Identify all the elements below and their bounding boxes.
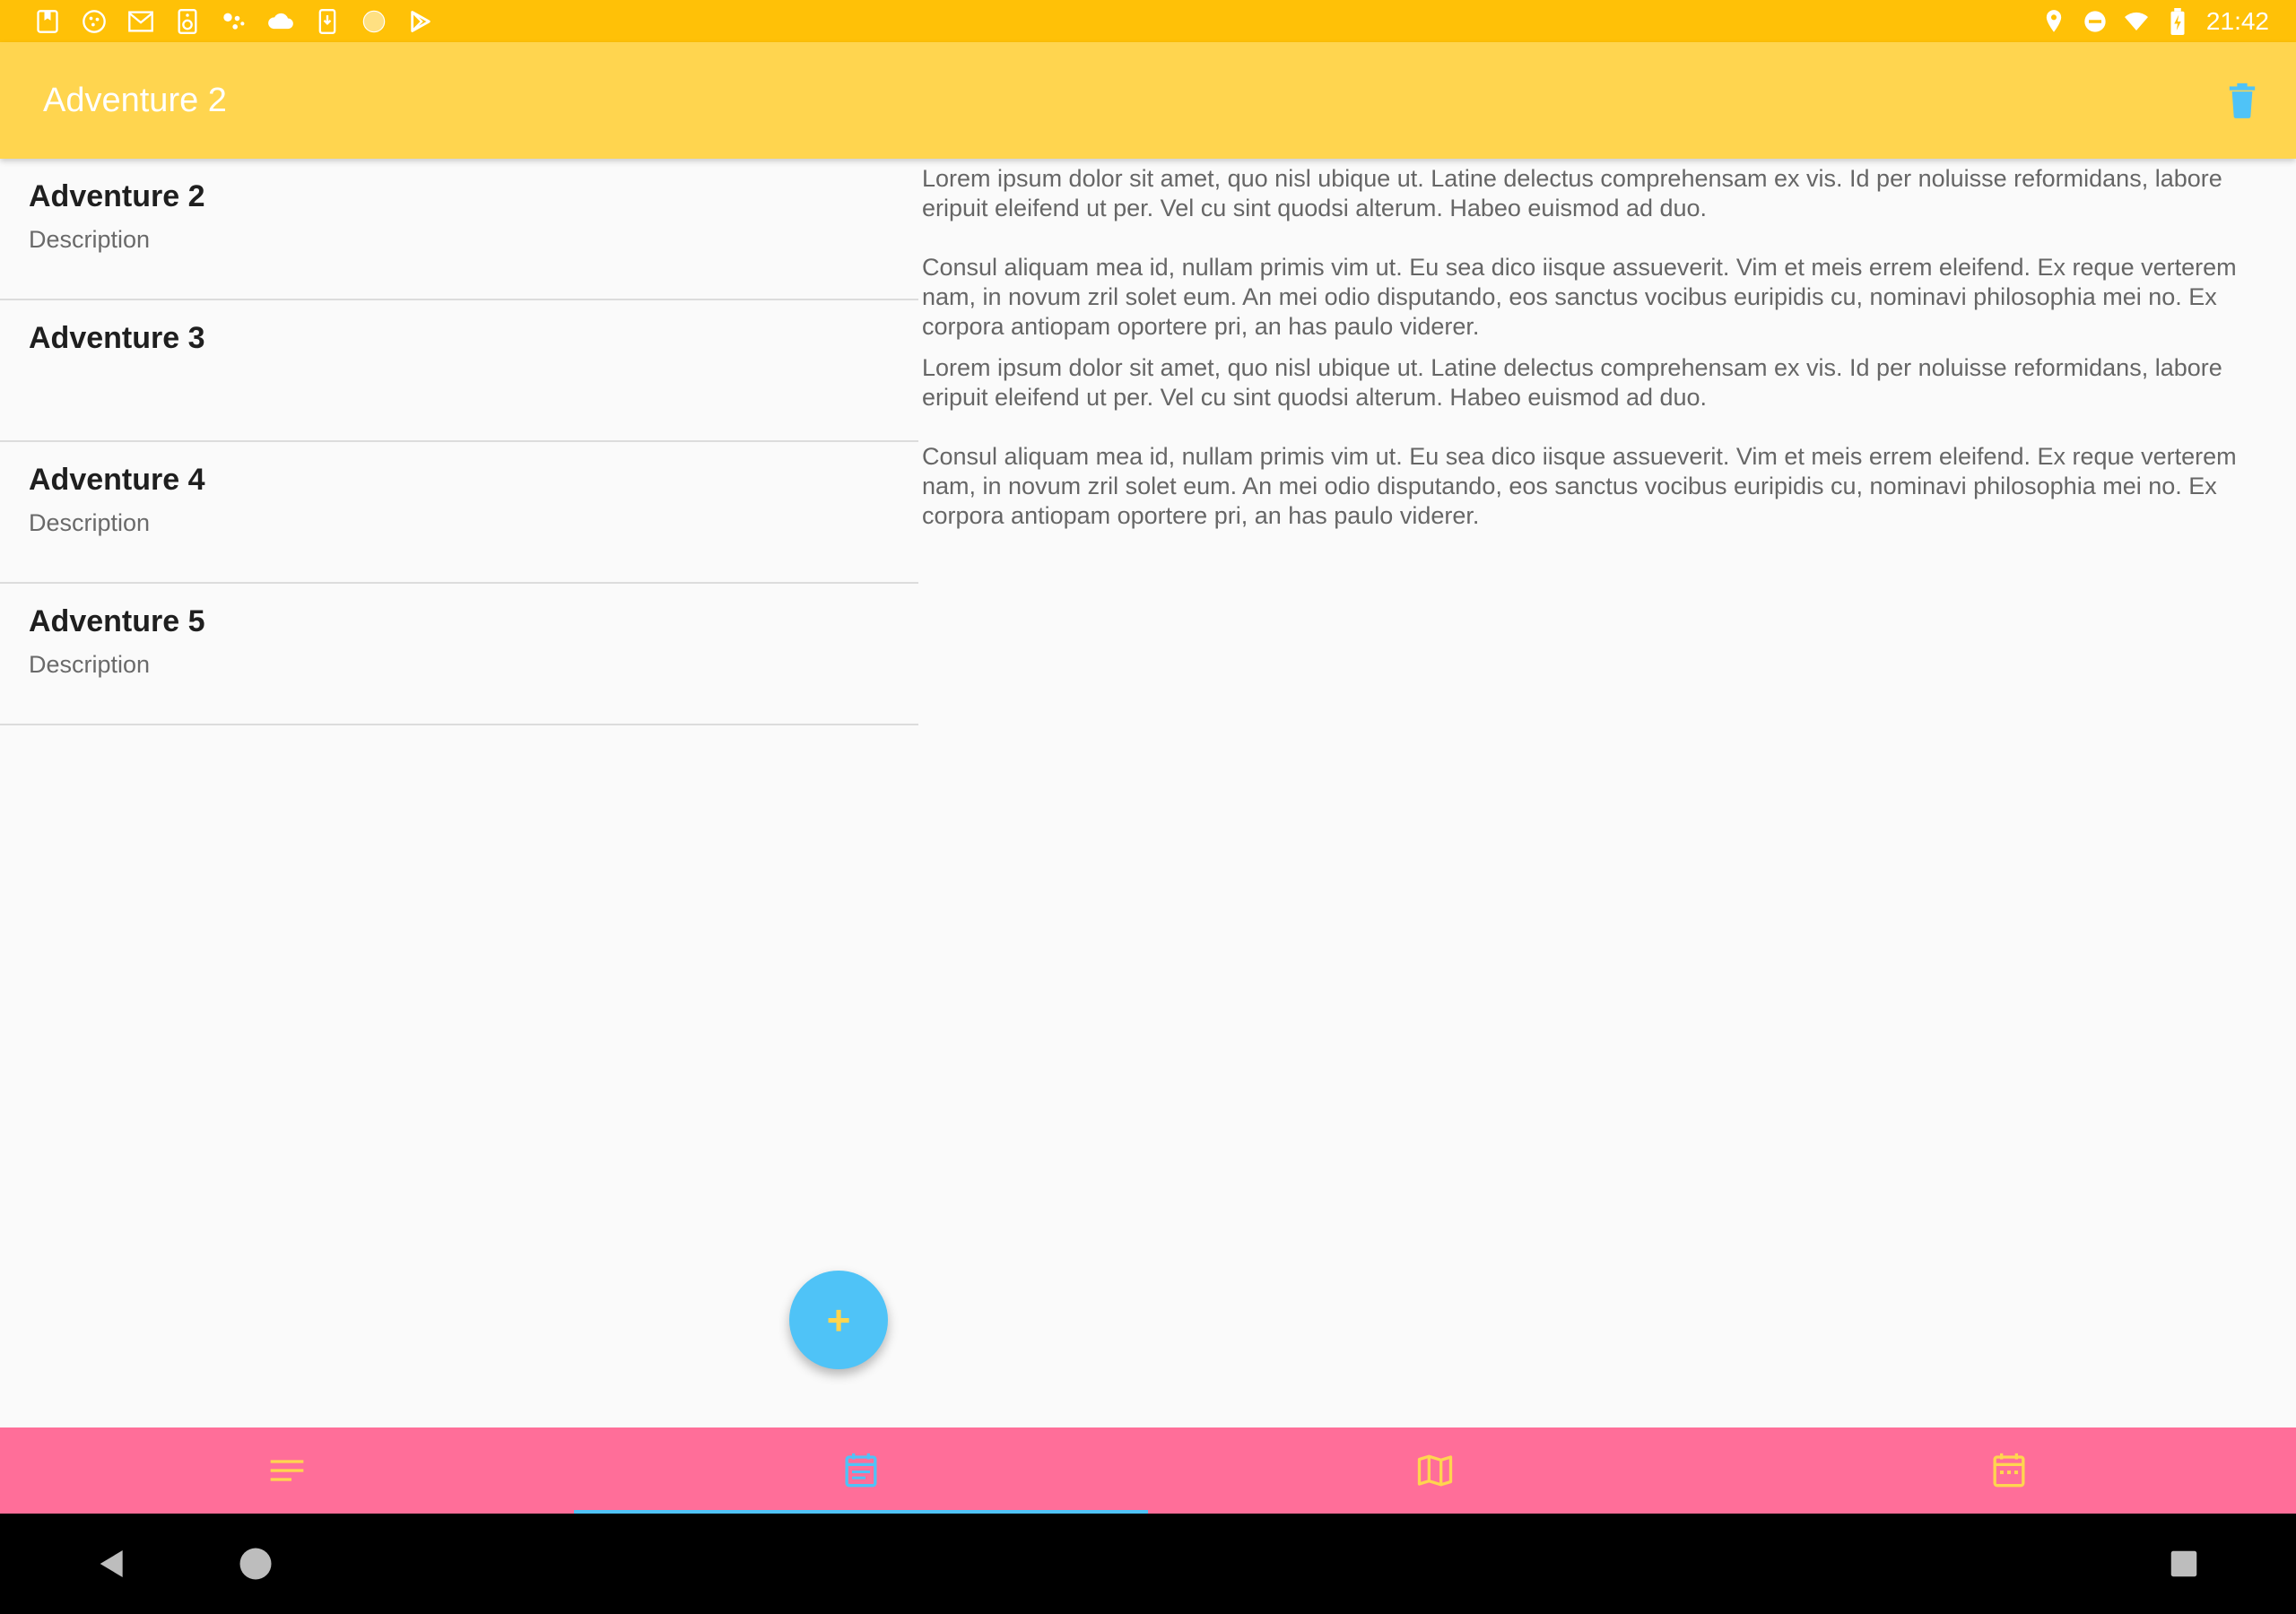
list-item-description: Description (29, 509, 151, 536)
tab-calendar-list[interactable] (574, 1427, 1148, 1514)
bottom-navigation (0, 1427, 2296, 1514)
speaker-icon (174, 8, 201, 35)
list-item[interactable]: Adventure 2 Description (0, 159, 918, 300)
plus-icon: + (826, 1297, 851, 1343)
phone-download-icon (314, 8, 341, 35)
recents-icon (2170, 1550, 2197, 1577)
assistant-icon (221, 8, 248, 35)
system-nav-left (81, 1532, 287, 1595)
bookmark-icon (34, 8, 61, 35)
system-navigation-bar (0, 1514, 2296, 1614)
detail-paragraph: Lorem ipsum dolor sit amet, quo nisl ubi… (922, 354, 2222, 411)
list-item[interactable]: Adventure 3 (0, 300, 918, 442)
recents-button[interactable] (2152, 1532, 2215, 1595)
list-icon (270, 1460, 304, 1481)
detail-paragraph: Consul aliquam mea id, nullam primis vim… (922, 443, 2237, 529)
back-icon (100, 1550, 123, 1577)
list-item[interactable]: Adventure 4 Description (0, 442, 918, 584)
do-not-disturb-icon (2083, 9, 2108, 34)
add-adventure-button[interactable]: + (789, 1271, 888, 1369)
location-icon (2041, 9, 2066, 34)
clock: 21:42 (2205, 6, 2269, 35)
delete-icon (2229, 82, 2256, 118)
list-item-title: Adventure 3 (29, 321, 205, 355)
detail-pane: Lorem ipsum dolor sit amet, quo nisl ubi… (922, 164, 2276, 531)
calendar-icon (1993, 1453, 2025, 1488)
back-button[interactable] (81, 1532, 144, 1595)
tab-map[interactable] (1148, 1427, 1722, 1514)
delete-button[interactable] (2215, 74, 2269, 127)
list-item-title: Adventure 5 (29, 604, 205, 638)
cloud-icon (267, 8, 294, 35)
screen: 21:42 Adventure 2 Adventure 2 Descriptio… (0, 0, 2296, 1614)
play-store-icon (407, 8, 434, 35)
page-title: Adventure 2 (43, 81, 227, 119)
list-item-description: Description (29, 226, 151, 253)
home-icon (239, 1548, 272, 1580)
list-item[interactable]: Adventure 5 Description (0, 584, 918, 725)
notification-icons (34, 8, 454, 35)
cookie-icon (81, 8, 108, 35)
detail-paragraph: Consul aliquam mea id, nullam primis vim… (922, 254, 2237, 340)
map-icon (1417, 1454, 1453, 1487)
list-item-title: Adventure 2 (29, 179, 205, 213)
tab-list[interactable] (0, 1427, 574, 1514)
home-button[interactable] (224, 1532, 287, 1595)
detail-paragraph: Lorem ipsum dolor sit amet, quo nisl ubi… (922, 165, 2222, 221)
gmail-icon (127, 8, 154, 35)
list-item-title: Adventure 4 (29, 463, 205, 497)
circle-icon (361, 8, 387, 35)
tab-calendar[interactable] (1722, 1427, 2296, 1514)
status-bar: 21:42 (0, 0, 2296, 42)
list-item-description: Description (29, 651, 151, 678)
battery-icon (2165, 7, 2190, 35)
calendar-list-icon (845, 1453, 877, 1488)
adventure-list: Adventure 2 Description Adventure 3 Adve… (0, 159, 918, 1427)
wifi-icon (2124, 9, 2149, 34)
system-status-icons: 21:42 (2025, 7, 2269, 36)
app-bar: Adventure 2 (0, 42, 2296, 159)
